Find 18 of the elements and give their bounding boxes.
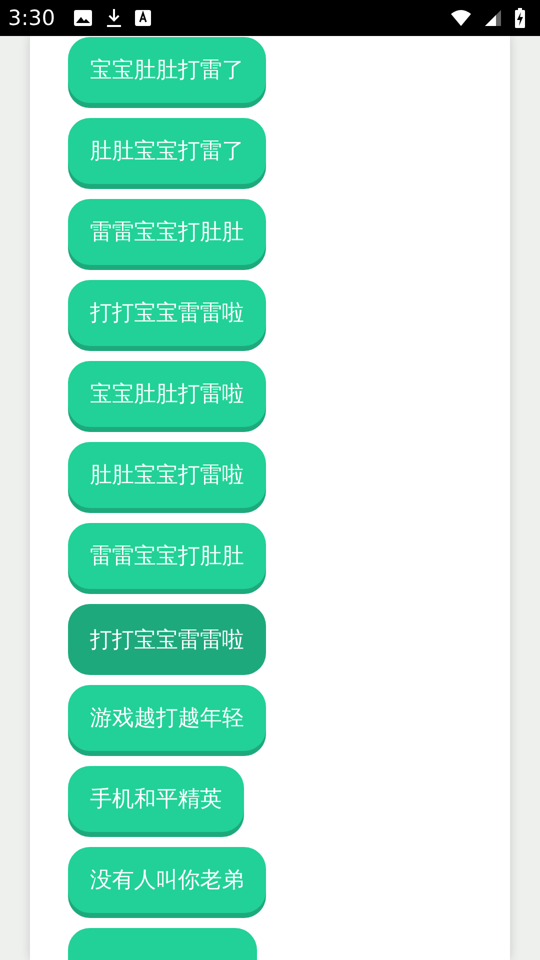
- text-button[interactable]: 宝宝肚肚打雷了: [68, 37, 266, 103]
- text-button[interactable]: 宝宝肚肚打雷啦: [68, 361, 266, 427]
- text-button[interactable]: 没有人叫你老弟: [68, 847, 266, 913]
- text-button[interactable]: 雷雷宝宝打肚肚: [68, 199, 266, 265]
- wifi-icon: [450, 9, 472, 27]
- text-button[interactable]: 手机和平精英: [68, 766, 244, 832]
- font-icon: [135, 9, 152, 27]
- clock: 3:30: [8, 6, 56, 30]
- signal-icon: [484, 9, 502, 27]
- image-icon: [73, 9, 94, 27]
- download-icon: [105, 8, 124, 28]
- text-button[interactable]: 打打宝宝雷雷啦: [68, 604, 266, 675]
- text-button[interactable]: 肚肚宝宝打雷了: [68, 118, 266, 184]
- text-button[interactable]: 游戏越打越年轻: [68, 685, 266, 751]
- battery-icon: [514, 8, 526, 28]
- text-button[interactable]: 雷雷宝宝打肚肚: [68, 523, 266, 589]
- text-button[interactable]: 打打宝宝雷雷啦: [68, 280, 266, 346]
- text-button[interactable]: 肚肚宝宝打雷啦: [68, 442, 266, 508]
